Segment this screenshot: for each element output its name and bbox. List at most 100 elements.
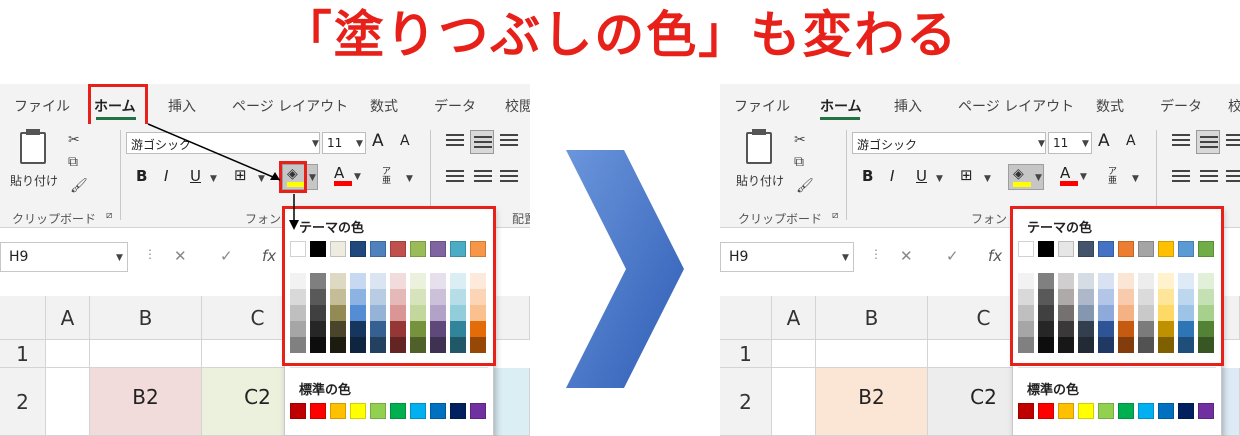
underline-button[interactable]: U	[190, 167, 201, 185]
tab-file[interactable]: ファイル	[14, 96, 70, 116]
shrink-font-button[interactable]: A	[1126, 133, 1136, 149]
standard-color-swatch[interactable]	[1198, 403, 1214, 419]
grow-font-button[interactable]: A	[1098, 131, 1110, 151]
standard-color-swatch[interactable]	[310, 403, 326, 419]
column-header-a[interactable]: A	[46, 296, 90, 340]
standard-color-swatch[interactable]	[390, 403, 406, 419]
tab-page-layout[interactable]: ページ レイアウト	[958, 96, 1074, 116]
italic-button[interactable]: I	[164, 167, 168, 185]
column-header-b[interactable]: B	[90, 296, 202, 340]
tab-home[interactable]: ホーム	[820, 96, 862, 116]
dialog-launcher-icon[interactable]: ⧄	[832, 210, 838, 221]
enter-icon[interactable]: ✓	[946, 247, 959, 265]
standard-color-swatch[interactable]	[1158, 403, 1174, 419]
align-bottom-icon[interactable]	[1226, 134, 1240, 148]
standard-color-swatch[interactable]	[1038, 403, 1054, 419]
tab-data[interactable]: データ	[434, 96, 476, 116]
tab-review[interactable]: 校閲	[505, 96, 530, 116]
tab-formulas[interactable]: 数式	[1096, 96, 1124, 116]
tab-formulas[interactable]: 数式	[370, 96, 398, 116]
select-all-corner[interactable]	[720, 296, 772, 340]
align-right-icon[interactable]	[1226, 170, 1240, 184]
grow-font-button[interactable]: A	[372, 131, 384, 151]
align-bottom-icon[interactable]	[500, 134, 518, 148]
align-center-icon[interactable]	[1200, 170, 1218, 184]
cell-a1[interactable]	[46, 340, 90, 368]
align-left-icon[interactable]	[446, 170, 464, 184]
tab-page-layout[interactable]: ページ レイアウト	[232, 96, 348, 116]
underline-button[interactable]: U	[916, 167, 927, 185]
insert-function-icon[interactable]: fx	[262, 247, 276, 265]
standard-color-swatch[interactable]	[1138, 403, 1154, 419]
cell-b1[interactable]	[90, 340, 202, 368]
row-header-1[interactable]: 1	[0, 340, 46, 368]
row-header-2[interactable]: 2	[720, 368, 772, 436]
standard-color-swatch[interactable]	[1098, 403, 1114, 419]
bold-button[interactable]: B	[862, 167, 873, 185]
standard-color-swatch[interactable]	[450, 403, 466, 419]
phonetic-icon[interactable]: ア亜	[1108, 168, 1122, 186]
cell-a2[interactable]	[772, 368, 816, 436]
standard-color-swatch[interactable]	[1118, 403, 1134, 419]
column-header-b[interactable]: B	[816, 296, 928, 340]
shrink-font-button[interactable]: A	[400, 133, 410, 149]
cell-a1[interactable]	[772, 340, 816, 368]
standard-color-swatch[interactable]	[1018, 403, 1034, 419]
standard-color-swatch[interactable]	[290, 403, 306, 419]
cell-a2[interactable]	[46, 368, 90, 436]
standard-color-swatch[interactable]	[350, 403, 366, 419]
paste-icon	[746, 132, 772, 164]
cancel-icon[interactable]: ✕	[174, 247, 187, 265]
row-header-1[interactable]: 1	[720, 340, 772, 368]
font-color-button[interactable]: A ▼	[330, 164, 366, 190]
font-name-select[interactable]: 游ゴシック	[852, 132, 1046, 154]
cell-b2[interactable]: B2	[90, 368, 202, 436]
standard-color-swatch[interactable]	[330, 403, 346, 419]
phonetic-icon[interactable]: ア亜	[382, 168, 396, 186]
paint-bucket-icon: ◈	[1013, 166, 1024, 182]
font-color-button[interactable]: A ▼	[1056, 164, 1092, 190]
copy-icon[interactable]: ⧉	[68, 154, 78, 170]
borders-icon[interactable]: ⊞	[960, 166, 973, 184]
standard-color-swatch[interactable]	[470, 403, 486, 419]
select-all-corner[interactable]	[0, 296, 46, 340]
align-top-icon[interactable]	[1172, 134, 1190, 148]
standard-color-swatch[interactable]	[410, 403, 426, 419]
name-box[interactable]: H9	[720, 242, 854, 272]
standard-color-swatch[interactable]	[1178, 403, 1194, 419]
chevron-down-icon: ▼	[1082, 139, 1089, 149]
dialog-launcher-icon[interactable]: ⧄	[106, 210, 112, 221]
borders-icon[interactable]: ⊞	[234, 166, 247, 184]
cell-b2[interactable]: B2	[816, 368, 928, 436]
chevron-down-icon: ▼	[312, 139, 319, 149]
tab-data[interactable]: データ	[1160, 96, 1202, 116]
copy-icon[interactable]: ⧉	[794, 154, 804, 170]
cancel-icon[interactable]: ✕	[900, 247, 913, 265]
align-left-icon[interactable]	[1172, 170, 1190, 184]
tab-insert[interactable]: 挿入	[168, 96, 196, 116]
standard-color-swatch[interactable]	[370, 403, 386, 419]
column-header-a[interactable]: A	[772, 296, 816, 340]
bold-button[interactable]: B	[136, 167, 147, 185]
name-box[interactable]: H9	[0, 242, 128, 272]
align-top-icon[interactable]	[446, 134, 464, 148]
format-painter-icon[interactable]: 🖌	[796, 178, 814, 194]
format-painter-icon[interactable]: 🖌	[70, 178, 88, 194]
insert-function-icon[interactable]: fx	[988, 247, 1002, 265]
standard-color-swatch[interactable]	[430, 403, 446, 419]
tab-insert[interactable]: 挿入	[894, 96, 922, 116]
standard-color-swatch[interactable]	[1078, 403, 1094, 419]
font-name-select[interactable]: 游ゴシック	[126, 132, 320, 154]
cut-icon[interactable]: ✂	[68, 132, 80, 148]
standard-color-swatch[interactable]	[1058, 403, 1074, 419]
align-right-icon[interactable]	[500, 170, 518, 184]
tab-file[interactable]: ファイル	[734, 96, 790, 116]
cell-b1[interactable]	[816, 340, 928, 368]
align-center-icon[interactable]	[474, 170, 492, 184]
row-header-2[interactable]: 2	[0, 368, 46, 436]
tab-review[interactable]: 校閲	[1228, 96, 1240, 116]
italic-button[interactable]: I	[890, 167, 894, 185]
enter-icon[interactable]: ✓	[220, 247, 233, 265]
cut-icon[interactable]: ✂	[794, 132, 806, 148]
fill-color-button[interactable]: ◈ ▼	[1008, 164, 1044, 190]
